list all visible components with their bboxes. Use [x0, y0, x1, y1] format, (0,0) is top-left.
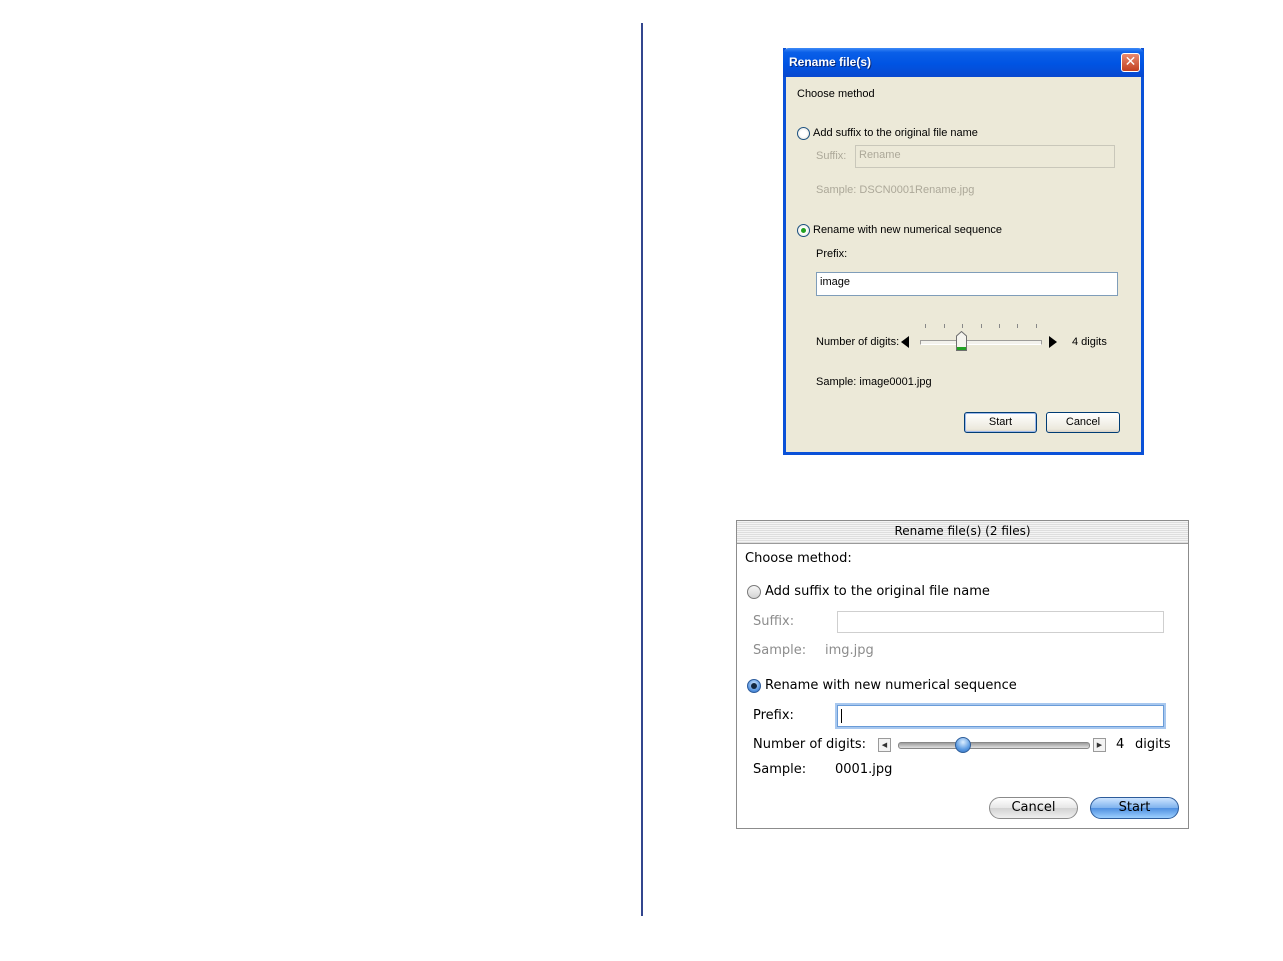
xp-digits-slider-thumb[interactable] — [956, 331, 967, 351]
chevron-right-icon[interactable]: ▶ — [1093, 738, 1106, 752]
xp-radio-numerical-sequence[interactable] — [797, 224, 810, 237]
slider-tick — [962, 324, 963, 328]
arrow-left-icon[interactable] — [901, 336, 909, 348]
chevron-left-icon[interactable]: ◀ — [878, 738, 891, 752]
mac-radio-add-suffix[interactable] — [747, 585, 761, 599]
xp-digits-label: Number of digits: — [816, 336, 900, 348]
xp-digits-slider-track[interactable] — [920, 340, 1042, 345]
mac-suffix-sample-value: img.jpg — [825, 643, 874, 658]
mac-digits-label: Number of digits: — [753, 737, 866, 752]
xp-suffix-label: Suffix: — [816, 150, 847, 162]
mac-radio-numerical-sequence[interactable] — [747, 679, 761, 693]
xp-radio-numerical-sequence-label[interactable]: Rename with new numerical sequence — [813, 224, 1002, 236]
mac-digits-unit: digits — [1135, 737, 1171, 752]
xp-prefix-label: Prefix: — [816, 248, 848, 260]
xp-radio-add-suffix[interactable] — [797, 127, 810, 140]
slider-tick — [925, 324, 926, 328]
mac-rename-dialog: Rename file(s) (2 files) — [736, 520, 1189, 829]
text-caret — [841, 709, 842, 723]
mac-radio-add-suffix-label[interactable]: Add suffix to the original file name — [765, 584, 990, 599]
mac-digits-number: 4 — [1116, 737, 1125, 752]
xp-sequence-sample: Sample: image0001.jpg — [816, 376, 932, 388]
xp-digits-value: 4 digits — [1072, 336, 1107, 348]
xp-prefix-input[interactable]: image — [816, 272, 1118, 296]
mac-prefix-input[interactable] — [837, 705, 1164, 727]
mac-title-bar[interactable]: Rename file(s) (2 files) — [737, 521, 1188, 544]
mac-suffix-sample-label: Sample: — [753, 643, 807, 658]
xp-choose-method-label: Choose method — [797, 88, 875, 100]
mac-sequence-sample-label: Sample: — [753, 762, 807, 777]
mac-prefix-label: Prefix: — [753, 708, 794, 723]
xp-cancel-button[interactable]: Cancel — [1046, 412, 1120, 433]
xp-suffix-sample: Sample: DSCN0001Rename.jpg — [816, 184, 975, 196]
xp-suffix-input[interactable]: Rename — [855, 145, 1115, 168]
slider-tick — [981, 324, 982, 328]
close-icon[interactable]: ✕ — [1121, 53, 1140, 72]
mac-cancel-button[interactable]: Cancel — [989, 797, 1078, 819]
xp-title-bar[interactable]: Rename file(s) ✕ — [783, 48, 1144, 77]
mac-radio-numerical-sequence-label[interactable]: Rename with new numerical sequence — [765, 678, 1017, 693]
radio-selected-dot — [751, 683, 757, 689]
mac-choose-method-label: Choose method: — [745, 551, 852, 566]
mac-digits-slider-track[interactable] — [898, 742, 1090, 749]
mac-start-button[interactable]: Start — [1090, 797, 1179, 819]
mac-digits-slider-knob[interactable] — [955, 737, 971, 753]
mac-suffix-label: Suffix: — [753, 614, 795, 629]
xp-dialog-title: Rename file(s) — [789, 55, 872, 69]
mac-sequence-sample-value: 0001.jpg — [835, 762, 893, 777]
mac-suffix-input[interactable] — [837, 611, 1164, 633]
slider-tick — [944, 324, 945, 328]
slider-tick — [1017, 324, 1018, 328]
xp-start-button[interactable]: Start — [964, 412, 1037, 433]
radio-selected-dot — [801, 228, 806, 233]
page-divider — [641, 23, 643, 916]
arrow-right-icon[interactable] — [1049, 336, 1057, 348]
mac-dialog-title: Rename file(s) (2 files) — [894, 524, 1031, 538]
xp-radio-add-suffix-label[interactable]: Add suffix to the original file name — [813, 127, 978, 139]
slider-tick — [999, 324, 1000, 328]
slider-tick — [1036, 324, 1037, 328]
